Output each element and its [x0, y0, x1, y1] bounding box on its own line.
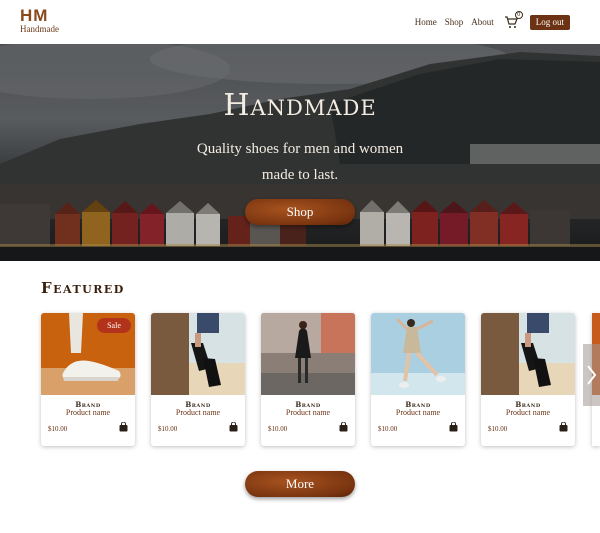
product-name: Product name — [285, 408, 331, 417]
nav-link-about[interactable]: About — [471, 17, 494, 27]
shop-button[interactable]: Shop — [245, 199, 355, 225]
logo-mark: HM — [20, 6, 49, 25]
main-nav: Home Shop About 0 Log out — [415, 11, 570, 33]
product-card[interactable]: Brand Product name $10.00 — [151, 313, 245, 446]
hero-banner: Handmade Quality shoes for men and women… — [0, 44, 600, 261]
featured-heading: Featured — [41, 279, 125, 297]
product-card[interactable]: Brand Product name $10.00 — [371, 313, 465, 446]
more-button[interactable]: More — [245, 471, 355, 497]
logo[interactable]: HM Handmade — [20, 7, 80, 37]
sale-badge: Sale — [97, 318, 131, 333]
product-name: Product name — [175, 408, 221, 417]
product-name: Product name — [395, 408, 441, 417]
hero-subtitle: Quality shoes for men and women made to … — [196, 141, 404, 183]
product-image-black-heels — [151, 313, 245, 395]
cart-count-badge: 0 — [514, 11, 523, 19]
product-card[interactable]: Brand Product name $10.00 — [261, 313, 355, 446]
cart-icon[interactable]: 0 — [504, 11, 523, 29]
product-price: $10.00 — [48, 425, 68, 433]
shopping-bag-icon[interactable] — [119, 422, 128, 432]
product-image-black-heels — [481, 313, 575, 395]
product-name: Product name — [505, 408, 551, 417]
product-image-white-sneaker: Sale — [41, 313, 135, 395]
product-image-woman-black-dress — [261, 313, 355, 395]
nav-link-home[interactable]: Home — [415, 17, 437, 27]
shopping-bag-icon[interactable] — [339, 422, 348, 432]
product-price: $10.00 — [378, 425, 398, 433]
chevron-right-icon — [587, 365, 597, 385]
site-header: HM Handmade Home Shop About 0 Log out — [0, 0, 600, 44]
shopping-bag-icon[interactable] — [559, 422, 568, 432]
product-card[interactable]: Sale Brand Product name $10.00 — [41, 313, 135, 446]
nav-link-shop[interactable]: Shop — [445, 17, 464, 27]
product-name: Product name — [65, 408, 111, 417]
shopping-bag-icon[interactable] — [449, 422, 458, 432]
product-card[interactable]: Brand Product name $10.00 — [481, 313, 575, 446]
hero-title: Handmade — [223, 88, 377, 123]
logout-button[interactable]: Log out — [529, 14, 570, 30]
shopping-bag-icon[interactable] — [229, 422, 238, 432]
logo-subtitle: Handmade — [20, 24, 59, 34]
product-price: $10.00 — [158, 425, 178, 433]
product-price: $10.00 — [268, 425, 288, 433]
featured-carousel: Sale Brand Product name $10.00 Brand Pro… — [0, 313, 600, 447]
carousel-next-button[interactable] — [583, 344, 600, 406]
product-image-woman-jumping — [371, 313, 465, 395]
product-price: $10.00 — [488, 425, 508, 433]
